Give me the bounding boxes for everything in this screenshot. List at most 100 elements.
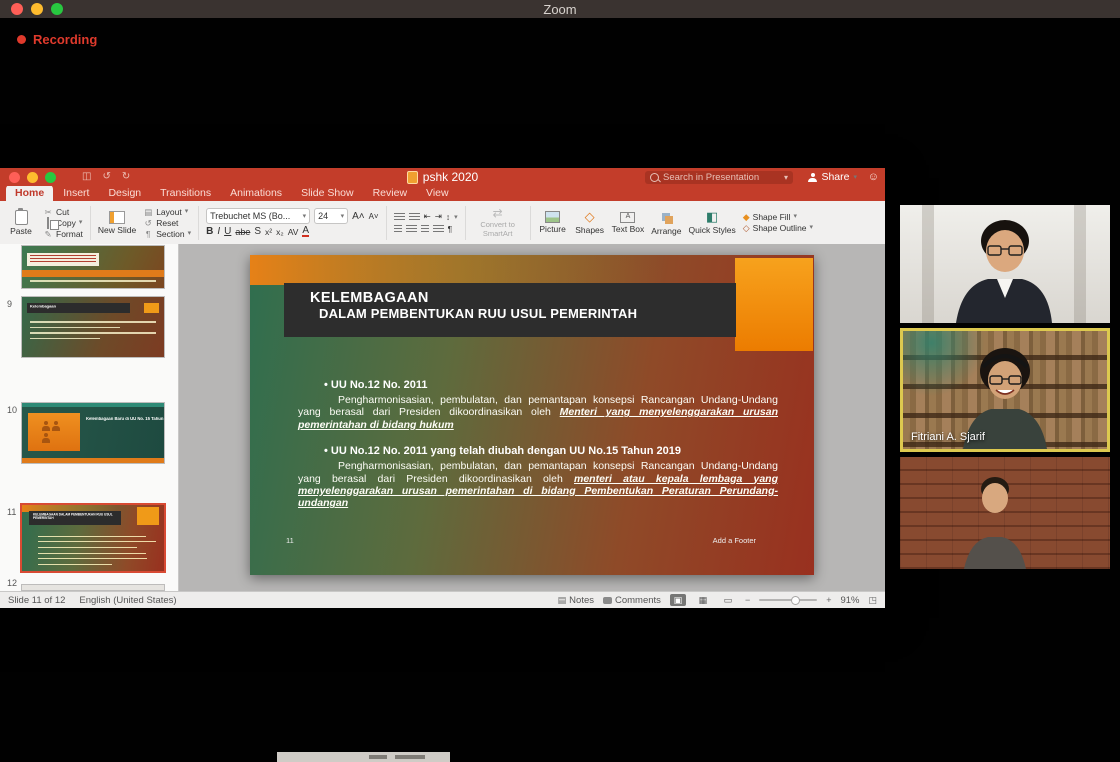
arrange-button[interactable]: Arrange bbox=[651, 209, 681, 236]
search-input[interactable]: Search in Presentation ▾ bbox=[645, 171, 793, 184]
slide-body-text[interactable]: UU No.12 No. 2011 Pengharmonisasian, pem… bbox=[298, 379, 778, 524]
zoom-slider[interactable] bbox=[759, 599, 817, 601]
justify-icon[interactable] bbox=[433, 225, 444, 233]
ribbon-divider bbox=[90, 206, 91, 240]
fit-slide-button[interactable]: ◳ bbox=[868, 595, 877, 606]
indent-decrease-icon[interactable]: ⇤ bbox=[424, 211, 431, 222]
status-bar: Slide 11 of 12 English (United States) ▤… bbox=[0, 591, 885, 608]
text-direction-icon[interactable]: ¶ bbox=[448, 224, 453, 234]
slide-thumbnail-8[interactable] bbox=[22, 246, 164, 288]
tab-view[interactable]: View bbox=[417, 185, 458, 201]
participant-video-2-active-speaker[interactable]: Fitriani A. Sjarif bbox=[900, 328, 1110, 452]
text-box-button[interactable]: A Text Box bbox=[612, 212, 645, 234]
footer-placeholder[interactable]: Add a Footer bbox=[713, 536, 756, 545]
slide-number: 11 bbox=[286, 536, 294, 545]
kerning-button[interactable]: AV bbox=[288, 227, 299, 237]
arrange-icon bbox=[662, 213, 670, 221]
align-center-icon[interactable] bbox=[406, 225, 417, 233]
participant-video-1[interactable] bbox=[900, 205, 1110, 323]
ppt-minimize-button[interactable] bbox=[27, 172, 38, 183]
tab-transitions[interactable]: Transitions bbox=[151, 185, 220, 201]
zoom-out-button[interactable]: − bbox=[745, 595, 750, 605]
slide-accent-strip bbox=[250, 255, 736, 285]
shape-fill-button[interactable]: ◆ Shape Fill ▾ bbox=[743, 212, 813, 222]
shadow-button[interactable]: S bbox=[254, 226, 261, 237]
line-spacing-icon[interactable]: ↕ bbox=[446, 212, 450, 222]
zoom-level[interactable]: 91% bbox=[840, 595, 859, 606]
fullscreen-button[interactable] bbox=[51, 3, 63, 15]
redo-icon[interactable]: ↻ bbox=[122, 168, 130, 186]
superscript-button[interactable]: x² bbox=[265, 227, 272, 237]
undo-icon[interactable]: ↺ bbox=[102, 168, 110, 186]
align-right-icon[interactable] bbox=[421, 225, 429, 233]
format-painter-button[interactable]: ✎ Format bbox=[43, 229, 83, 239]
underline-button[interactable]: U bbox=[224, 226, 231, 237]
thumb8-content bbox=[27, 253, 99, 266]
copy-caret-icon: ▾ bbox=[79, 218, 83, 228]
tab-slide-show[interactable]: Slide Show bbox=[292, 185, 363, 201]
slide-thumbnail-12[interactable] bbox=[22, 585, 164, 590]
bold-button[interactable]: B bbox=[206, 226, 213, 237]
background-window-sliver bbox=[277, 752, 450, 762]
increase-font-button[interactable]: A˄ bbox=[352, 211, 365, 222]
shape-outline-button[interactable]: ◇ Shape Outline ▾ bbox=[743, 223, 813, 233]
share-button[interactable]: Share ▾ bbox=[808, 168, 857, 186]
layout-button[interactable]: ▤ Layout ▾ bbox=[143, 207, 191, 217]
italic-button[interactable]: I bbox=[217, 226, 220, 237]
slide-thumbnail-10[interactable]: Kelembagaan Baru di UU No. 15 Tahun 2019 bbox=[22, 403, 164, 463]
comments-button[interactable]: Comments bbox=[615, 595, 661, 606]
new-slide-button[interactable]: New Slide bbox=[98, 211, 136, 235]
reset-icon: ↺ bbox=[143, 218, 153, 228]
view-switch-icon[interactable]: ◫ bbox=[82, 168, 91, 186]
font-size-select[interactable]: 24 ▾ bbox=[314, 208, 348, 224]
normal-view-button[interactable]: ▣ bbox=[670, 594, 686, 606]
document-icon bbox=[407, 171, 418, 184]
slide-thumbnail-9[interactable]: Kelembagaan bbox=[22, 297, 164, 357]
ppt-close-button[interactable] bbox=[9, 172, 20, 183]
ribbon-divider bbox=[530, 206, 531, 240]
zoom-in-button[interactable]: + bbox=[826, 595, 831, 605]
slide-canvas[interactable]: KELEMBAGAAN DALAM PEMBENTUKAN RUU USUL P… bbox=[250, 255, 814, 575]
paste-button[interactable]: Paste bbox=[6, 210, 36, 236]
tab-review[interactable]: Review bbox=[364, 185, 416, 201]
quick-styles-button[interactable]: ◧ Quick Styles bbox=[688, 210, 735, 235]
decrease-font-button[interactable]: A˅ bbox=[369, 212, 379, 221]
numbering-icon[interactable] bbox=[409, 213, 420, 221]
account-button[interactable]: ☺ bbox=[868, 168, 879, 186]
tab-animations[interactable]: Animations bbox=[221, 185, 291, 201]
bullets-icon[interactable] bbox=[394, 213, 405, 221]
tab-home[interactable]: Home bbox=[6, 185, 53, 201]
participant-video-3[interactable] bbox=[900, 457, 1110, 569]
language-button[interactable]: English (United States) bbox=[79, 595, 176, 606]
align-left-icon[interactable] bbox=[394, 225, 402, 233]
slide-title-box[interactable]: KELEMBAGAAN DALAM PEMBENTUKAN RUU USUL P… bbox=[284, 283, 736, 337]
reset-button[interactable]: ↺ Reset bbox=[143, 218, 191, 228]
slideshow-view-button[interactable]: ▭ bbox=[720, 594, 736, 606]
minimize-button[interactable] bbox=[31, 3, 43, 15]
convert-smartart-button[interactable]: ⇄ Convert to SmartArt bbox=[473, 207, 523, 238]
slide-sorter-view-button[interactable]: ▦ bbox=[695, 594, 711, 606]
shapes-button[interactable]: ◇ Shapes bbox=[575, 210, 605, 235]
shape-outline-icon: ◇ bbox=[743, 223, 750, 233]
ribbon-tab-bar: Home Insert Design Transitions Animation… bbox=[0, 186, 885, 201]
font-name-select[interactable]: Trebuchet MS (Bo... ▾ bbox=[206, 208, 310, 224]
tab-insert[interactable]: Insert bbox=[54, 185, 98, 201]
slide-thumbnail-11-selected[interactable]: KELEMBAGAAN DALAM PEMBENTUKAN RUU USUL P… bbox=[22, 505, 164, 571]
copy-button[interactable]: Copy ▾ bbox=[43, 218, 83, 228]
ppt-fullscreen-button[interactable] bbox=[45, 172, 56, 183]
notes-button[interactable]: Notes bbox=[569, 595, 594, 606]
bullet-heading: UU No.12 No. 2011 yang telah diubah deng… bbox=[324, 445, 778, 457]
comments-icon bbox=[603, 597, 612, 604]
zoom-slider-knob[interactable] bbox=[791, 596, 800, 605]
indent-increase-icon[interactable]: ⇥ bbox=[435, 211, 442, 222]
cut-button[interactable]: ✂ Cut bbox=[43, 207, 83, 217]
close-button[interactable] bbox=[11, 3, 23, 15]
picture-button[interactable]: Picture bbox=[538, 211, 568, 234]
strikethrough-button[interactable]: abe bbox=[235, 227, 250, 237]
shape-format-group: ◆ Shape Fill ▾ ◇ Shape Outline ▾ bbox=[743, 212, 813, 233]
tab-design[interactable]: Design bbox=[99, 185, 150, 201]
font-color-button[interactable]: A bbox=[302, 226, 309, 237]
subscript-button[interactable]: x₂ bbox=[276, 227, 284, 237]
section-button[interactable]: ¶ Section ▾ bbox=[143, 229, 191, 239]
notes-icon: ▤ bbox=[558, 595, 567, 606]
